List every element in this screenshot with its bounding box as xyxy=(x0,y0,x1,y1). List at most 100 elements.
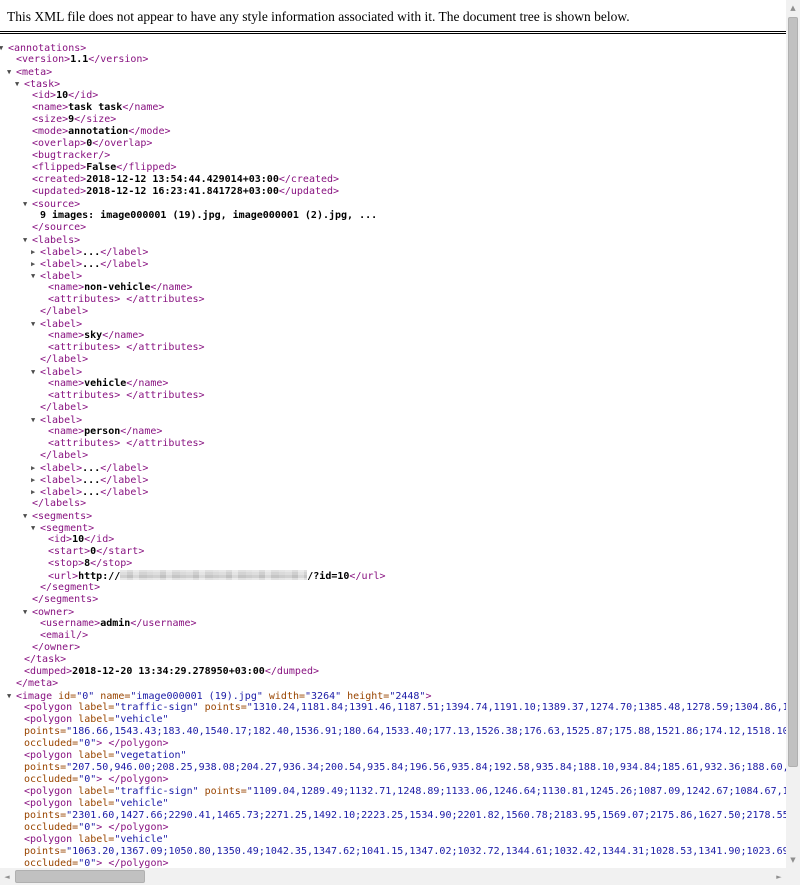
xml-line: ▶<label>...</label> xyxy=(0,462,786,474)
xml-token-text: 2018-12-12 13:54:44.429014+03:00 xyxy=(86,174,279,185)
xml-token-tag: </source> xyxy=(32,222,86,233)
xml-line: <flipped>False</flipped> xyxy=(0,162,786,174)
expand-arrow-icon[interactable]: ▶ xyxy=(31,486,40,498)
xml-line: <name>vehicle</name> xyxy=(0,378,786,390)
xml-token-text: False xyxy=(86,162,116,173)
xml-line: <name>person</name> xyxy=(0,426,786,438)
xml-token-tag: </owner> xyxy=(32,642,80,653)
xml-token-tag: <labels> xyxy=(32,235,80,246)
xml-token-attr: label= xyxy=(72,750,114,761)
xml-token-tag: <polygon xyxy=(24,786,72,797)
xml-token-tag: <label> xyxy=(40,319,82,330)
xml-line: <bugtracker/> xyxy=(0,150,786,162)
xml-line: <dumped>2018-12-20 13:34:29.278950+03:00… xyxy=(0,666,786,678)
xml-token-tag: <username> xyxy=(40,618,100,629)
vertical-scroll-thumb[interactable] xyxy=(788,17,798,767)
xml-token-tag: <segments> xyxy=(32,511,92,522)
xml-token-text: ... xyxy=(82,259,100,270)
xml-line: <id>10</id> xyxy=(0,534,786,546)
xml-line: ▼<label> xyxy=(0,366,786,378)
xml-token-tag: </name> xyxy=(102,330,144,341)
xml-line: ▼<segment> xyxy=(0,522,786,534)
vertical-scrollbar[interactable]: ▲ ▼ xyxy=(786,0,800,868)
xml-token-tag: <created> xyxy=(32,174,86,185)
expand-arrow-icon[interactable]: ▶ xyxy=(31,258,40,270)
scroll-right-button[interactable]: ► xyxy=(772,868,786,885)
xml-token-tag: </name> xyxy=(122,102,164,113)
xml-line: <mode>annotation</mode> xyxy=(0,126,786,138)
xml-token-tag: </size> xyxy=(74,114,116,125)
xml-line: <username>admin</username> xyxy=(0,618,786,630)
xml-line: ▼<image id="0" name="image000001 (19).jp… xyxy=(0,690,786,702)
xml-token-val: "0" xyxy=(78,738,96,749)
horizontal-scroll-thumb[interactable] xyxy=(15,870,145,883)
xml-token-attr: name= xyxy=(94,691,130,702)
scroll-left-button[interactable]: ◄ xyxy=(0,868,14,885)
xml-token-tag: </attributes> xyxy=(126,390,204,401)
xml-token-tag: </name> xyxy=(126,378,168,389)
xml-token-tag: </version> xyxy=(88,54,148,65)
xml-token-tag: <id> xyxy=(32,90,56,101)
xml-line: <updated>2018-12-12 16:23:41.841728+03:0… xyxy=(0,186,786,198)
xml-line: <start>0</start> xyxy=(0,546,786,558)
expand-arrow-icon[interactable]: ▶ xyxy=(31,246,40,258)
xml-token-tag: </flipped> xyxy=(116,162,176,173)
xml-line: <email/> xyxy=(0,630,786,642)
xml-token-tag: <polygon xyxy=(24,750,72,761)
xml-token-tag: <flipped> xyxy=(32,162,86,173)
collapse-arrow-icon[interactable]: ▼ xyxy=(7,690,16,702)
collapse-arrow-icon[interactable]: ▼ xyxy=(23,510,32,522)
xml-line: occluded="0"> </polygon> xyxy=(0,738,786,750)
xml-line: </label> xyxy=(0,402,786,414)
xml-token-attr: label= xyxy=(72,786,114,797)
xml-token-attr: points= xyxy=(24,846,66,857)
xml-token-tag: </polygon> xyxy=(108,738,168,749)
xml-no-style-message: This XML file does not appear to have an… xyxy=(0,0,786,34)
xml-token-tag: <polygon xyxy=(24,834,72,845)
xml-token-tag: </mode> xyxy=(128,126,170,137)
xml-line: ▼<owner> xyxy=(0,606,786,618)
xml-line: points="186.66,1543.43;183.40,1540.17;18… xyxy=(0,726,786,738)
collapse-arrow-icon[interactable]: ▼ xyxy=(23,198,32,210)
xml-line: points="2301.60,1427.66;2290.41,1465.73;… xyxy=(0,810,786,822)
xml-token-tag: </created> xyxy=(279,174,339,185)
collapse-arrow-icon[interactable]: ▼ xyxy=(15,78,24,90)
collapse-arrow-icon[interactable]: ▼ xyxy=(31,318,40,330)
scroll-up-button[interactable]: ▲ xyxy=(786,0,800,16)
xml-token-val: "0" xyxy=(78,774,96,785)
collapse-arrow-icon[interactable]: ▼ xyxy=(31,366,40,378)
xml-token-val: "186.66,1543.43;183.40,1540.17;182.40,15… xyxy=(66,726,786,737)
collapse-arrow-icon[interactable]: ▼ xyxy=(0,42,8,54)
xml-token-tag: <attributes> xyxy=(48,438,120,449)
xml-token-tag: </updated> xyxy=(279,186,339,197)
xml-token-tag: </label> xyxy=(100,487,148,498)
xml-token-val: "2448" xyxy=(389,691,425,702)
xml-token-tag: </name> xyxy=(150,282,192,293)
horizontal-scrollbar[interactable]: ◄ ► xyxy=(0,868,786,885)
collapse-arrow-icon[interactable]: ▼ xyxy=(31,414,40,426)
xml-line: <name>non-vehicle</name> xyxy=(0,282,786,294)
collapse-arrow-icon[interactable]: ▼ xyxy=(23,606,32,618)
collapse-arrow-icon[interactable]: ▼ xyxy=(31,522,40,534)
xml-token-tag: </url> xyxy=(349,571,385,582)
xml-token-attr: points= xyxy=(24,762,66,773)
xml-token-tag: </label> xyxy=(40,402,88,413)
scroll-down-button[interactable]: ▼ xyxy=(786,852,800,868)
xml-line: </label> xyxy=(0,450,786,462)
expand-arrow-icon[interactable]: ▶ xyxy=(31,462,40,474)
collapse-arrow-icon[interactable]: ▼ xyxy=(7,66,16,78)
collapse-arrow-icon[interactable]: ▼ xyxy=(23,234,32,246)
xml-token-tag: </stop> xyxy=(90,558,132,569)
xml-token-text: non-vehicle xyxy=(84,282,150,293)
xml-token-tag: <polygon xyxy=(24,702,72,713)
xml-token-tag: </label> xyxy=(40,450,88,461)
xml-token-attr: points= xyxy=(24,810,66,821)
xml-token-tag: <name> xyxy=(48,426,84,437)
xml-token-tag: > xyxy=(425,691,431,702)
xml-token-tag: <label> xyxy=(40,271,82,282)
expand-arrow-icon[interactable]: ▶ xyxy=(31,474,40,486)
xml-line: </labels> xyxy=(0,498,786,510)
collapse-arrow-icon[interactable]: ▼ xyxy=(31,270,40,282)
xml-token-tag: <label> xyxy=(40,475,82,486)
xml-token-text: 2018-12-12 16:23:41.841728+03:00 xyxy=(86,186,279,197)
